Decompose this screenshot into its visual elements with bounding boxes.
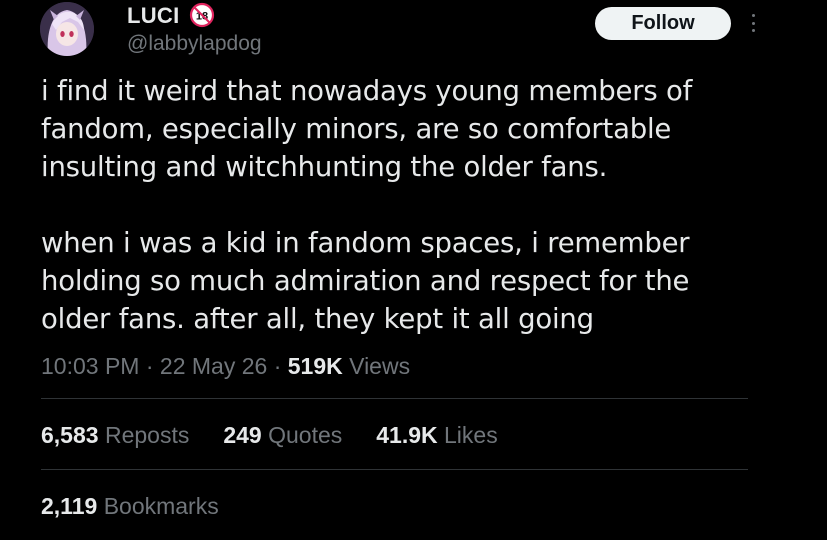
tweet-text: i find it weird that nowadays young memb… [41,75,693,335]
more-dot [751,21,755,25]
handle[interactable]: @labbylapdog [127,32,262,56]
more-vertical-icon[interactable] [746,10,760,36]
more-dot [751,14,755,17]
divider [41,469,748,470]
tweet-date[interactable]: 22 May 26 [160,353,267,379]
meta-separator: · [145,353,154,379]
bookmarks-stat[interactable]: 2,119 Bookmarks [41,493,219,520]
tweet-time[interactable]: 10:03 PM [41,353,139,379]
reposts-label: Reposts [104,422,190,448]
quotes-label: Quotes [268,422,343,448]
tweet-meta: 10:03 PM · 22 May 26 · 519K Views [41,353,410,380]
bookmarks-label: Bookmarks [103,493,219,519]
quotes-count: 249 [223,422,262,448]
bookmarks-count: 2,119 [41,493,98,519]
engagement-stats: 6,583 Reposts 249 Quotes 41.9K Likes [41,422,532,449]
age-18-badge-icon: 18 [189,2,215,28]
display-name[interactable]: LUCI [127,3,180,29]
avatar[interactable] [40,2,94,56]
quotes-stat[interactable]: 249 Quotes [223,422,342,449]
meta-separator: · [273,353,282,379]
follow-button[interactable]: Follow [595,7,731,40]
reposts-count: 6,583 [41,422,99,448]
likes-label: Likes [444,422,498,448]
reposts-stat[interactable]: 6,583 Reposts [41,422,189,449]
views-label: Views [349,353,411,379]
likes-stat[interactable]: 41.9K Likes [376,422,497,449]
anime-character-avatar [40,2,94,56]
views-count: 519K [287,353,343,379]
likes-count: 41.9K [376,422,438,448]
divider [41,398,748,399]
more-dot [751,29,755,32]
